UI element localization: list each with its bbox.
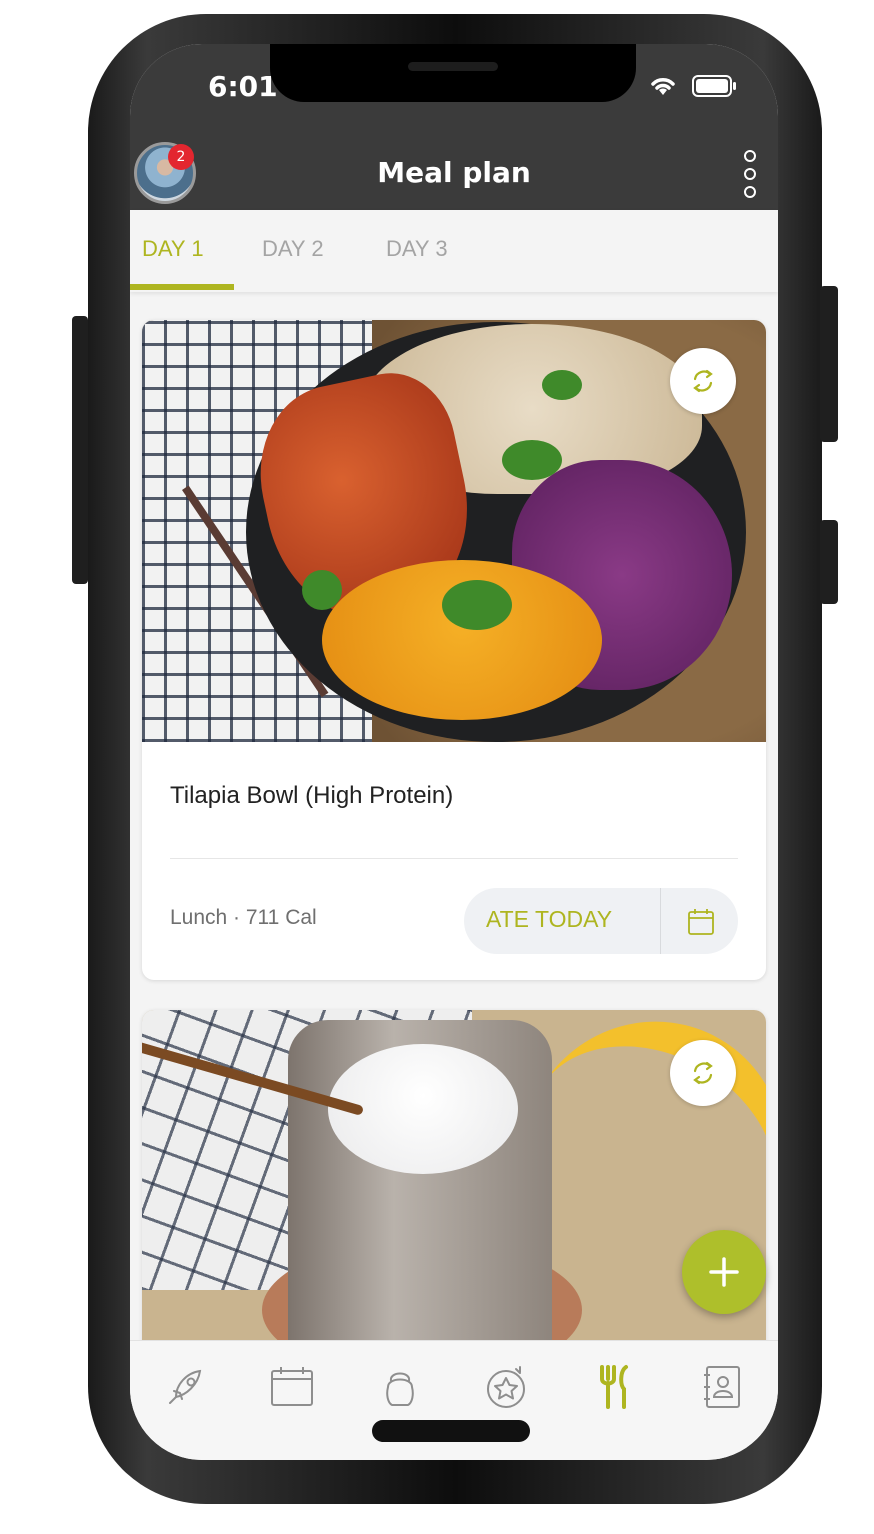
- wifi-icon: [651, 78, 675, 95]
- meal-card[interactable]: Tilapia Bowl (High Protein) Lunch · 711 …: [142, 320, 766, 980]
- day-tabs: DAY 1 DAY 2 DAY 3: [130, 210, 778, 292]
- calendar-icon[interactable]: [268, 1363, 316, 1411]
- star-badge-icon[interactable]: [482, 1363, 530, 1411]
- calendar-icon[interactable]: [686, 907, 716, 937]
- swap-icon: [693, 369, 713, 393]
- page-title: Meal plan: [377, 156, 531, 189]
- plus-icon: [709, 1257, 739, 1287]
- add-button[interactable]: [682, 1230, 766, 1314]
- tab-day-1[interactable]: DAY 1: [142, 236, 204, 262]
- app-screen: 6:01 2 Meal plan DAY 1 DAY 2 DAY 3 Tilap…: [130, 44, 778, 1460]
- more-options-icon[interactable]: [744, 150, 756, 198]
- active-tab-indicator: [130, 284, 234, 290]
- ate-today-control: ATE TODAY: [464, 888, 738, 954]
- kettlebell-icon[interactable]: [376, 1363, 424, 1411]
- swap-meal-button[interactable]: [670, 348, 736, 414]
- phone-side-button: [72, 316, 88, 584]
- divider: [170, 858, 738, 859]
- meal-meta: Lunch · 711 Cal: [170, 906, 317, 929]
- fork-knife-icon[interactable]: [590, 1363, 638, 1411]
- tab-day-2[interactable]: DAY 2: [262, 236, 324, 262]
- status-icons: [648, 74, 738, 98]
- swap-meal-button[interactable]: [670, 1040, 736, 1106]
- notch: [270, 44, 636, 102]
- contacts-book-icon[interactable]: [698, 1363, 746, 1411]
- rocket-icon[interactable]: [162, 1363, 210, 1411]
- meal-card[interactable]: [142, 1010, 766, 1350]
- home-indicator: [372, 1420, 530, 1442]
- status-time: 6:01: [208, 70, 278, 103]
- phone-side-button: [820, 286, 838, 442]
- ate-today-button[interactable]: ATE TODAY: [486, 906, 612, 933]
- tab-day-3[interactable]: DAY 3: [386, 236, 448, 262]
- phone-side-button: [820, 520, 838, 604]
- battery-icon: [692, 75, 736, 97]
- bottom-nav: [130, 1340, 778, 1460]
- swap-icon: [693, 1061, 713, 1085]
- meal-name: Tilapia Bowl (High Protein): [170, 782, 454, 809]
